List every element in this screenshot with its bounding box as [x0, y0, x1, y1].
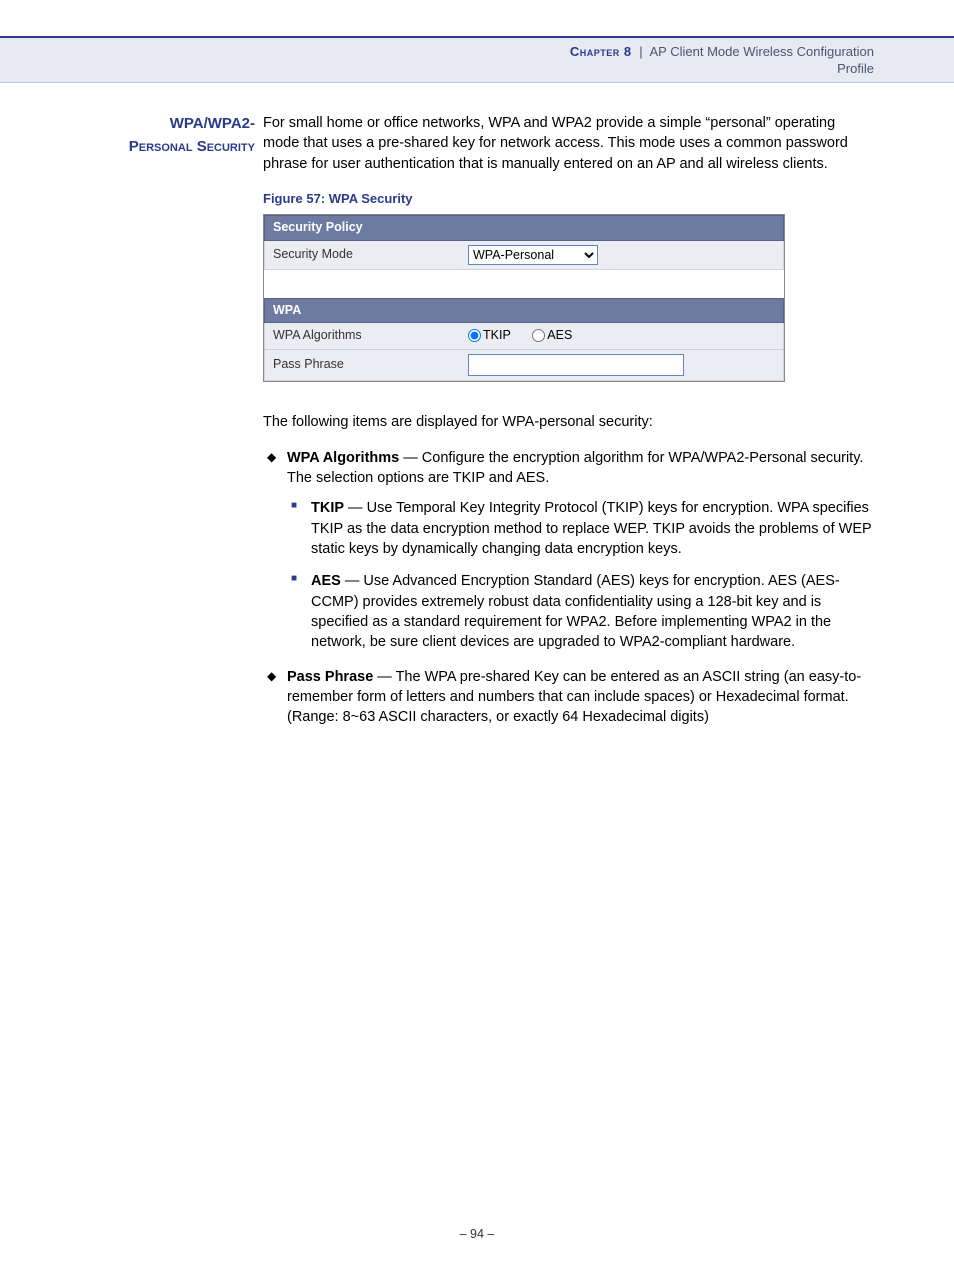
aes-radio-text: AES [547, 328, 572, 342]
figure-gap [264, 270, 784, 298]
aes-radio[interactable] [532, 329, 545, 342]
list-item-algorithms: WPA Algorithms — Configure the encryptio… [287, 448, 874, 653]
wpa-header: WPA [264, 298, 784, 324]
tkip-radio-text: TKIP [483, 328, 511, 342]
header-subtitle: Profile [0, 61, 874, 76]
figure-caption: Figure 57: WPA Security [263, 190, 874, 208]
dash: — [373, 669, 395, 685]
chapter-label: Chapter 8 [570, 44, 632, 59]
wpa-security-figure: Security Policy Security Mode WPA-Person… [263, 214, 785, 382]
term-tkip: TKIP [311, 500, 344, 516]
wpa-algorithms-label: WPA Algorithms [273, 327, 468, 345]
header-separator: | [639, 44, 642, 59]
aes-radio-label[interactable]: AES [532, 328, 572, 342]
desc-aes: Use Advanced Encryption Standard (AES) k… [311, 573, 840, 650]
side-heading-line2: Personal Security [129, 138, 255, 155]
tkip-radio[interactable] [468, 329, 481, 342]
pass-phrase-input[interactable] [468, 354, 684, 376]
desc-tkip: Use Temporal Key Integrity Protocol (TKI… [311, 500, 871, 557]
pass-phrase-label: Pass Phrase [273, 356, 468, 374]
term-passphrase: Pass Phrase [287, 669, 373, 685]
security-policy-header: Security Policy [264, 215, 784, 241]
term-wpa-algorithms: WPA Algorithms [287, 450, 399, 466]
security-mode-select[interactable]: WPA-Personal [468, 245, 598, 265]
section-side-heading: WPA/WPA2- Personal Security [80, 113, 263, 158]
page-header: Chapter 8 | AP Client Mode Wireless Conf… [0, 36, 954, 83]
security-mode-label: Security Mode [273, 246, 468, 264]
page-number: – 94 – [0, 1227, 954, 1241]
security-mode-row: Security Mode WPA-Personal [264, 241, 784, 270]
term-aes: AES [311, 573, 341, 589]
items-intro: The following items are displayed for WP… [263, 412, 874, 432]
list-item-passphrase: Pass Phrase — The WPA pre-shared Key can… [287, 667, 874, 728]
wpa-algorithms-row: WPA Algorithms TKIP AES [264, 323, 784, 350]
dash: — [341, 573, 364, 589]
sub-list: TKIP — Use Temporal Key Integrity Protoc… [287, 498, 874, 652]
tkip-radio-label[interactable]: TKIP [468, 328, 511, 342]
list-item-tkip: TKIP — Use Temporal Key Integrity Protoc… [311, 498, 874, 559]
side-heading-line1: WPA/WPA2- [170, 115, 255, 132]
item-list: WPA Algorithms — Configure the encryptio… [263, 448, 874, 728]
list-item-aes: AES — Use Advanced Encryption Standard (… [311, 571, 874, 652]
intro-paragraph: For small home or office networks, WPA a… [263, 113, 874, 174]
dash: — [399, 450, 422, 466]
dash: — [344, 500, 367, 516]
pass-phrase-row: Pass Phrase [264, 350, 784, 381]
header-title: AP Client Mode Wireless Configuration [650, 44, 874, 59]
